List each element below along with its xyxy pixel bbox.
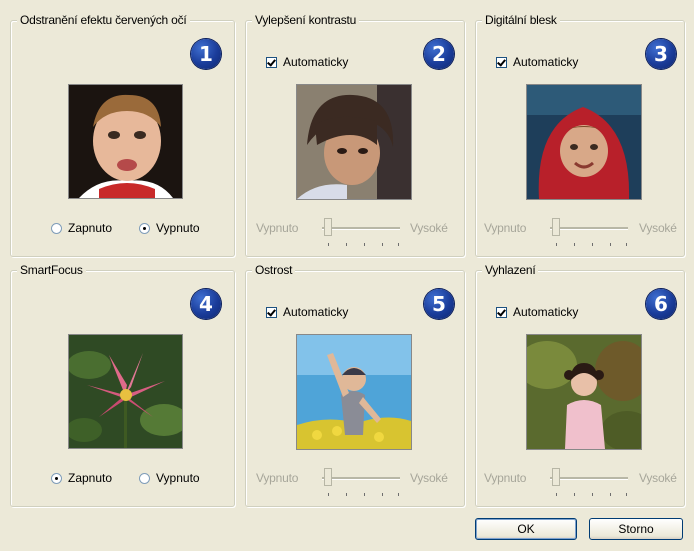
sharpness-preview-image (296, 334, 412, 450)
red-eye-on-label: Zapnuto (68, 221, 113, 235)
sharpness-auto-checkbox[interactable] (266, 306, 277, 318)
slider-tick (626, 243, 627, 246)
slider-tick (398, 243, 399, 246)
group-red-eye: Odstranění efektu červených očí 1 Zapnut… (10, 13, 235, 257)
slider-tick (364, 493, 365, 496)
sharpness-slider-thumb[interactable] (324, 468, 332, 486)
red-eye-off-option[interactable]: Vypnuto (139, 221, 200, 235)
smartfocus-on-radio[interactable] (51, 472, 62, 484)
slider-tick (592, 493, 593, 496)
group-contrast-title: Vylepšení kontrastu (252, 13, 360, 27)
smartfocus-preview-image (68, 334, 183, 449)
contrast-auto-checkbox[interactable] (266, 56, 277, 68)
ok-button[interactable]: OK (475, 518, 577, 540)
sharpness-slider-min-label: Vypnuto (256, 471, 299, 485)
number-6-icon: 6 (646, 289, 676, 319)
smoothing-auto-option[interactable]: Automaticky (496, 305, 578, 319)
sharpness-slider-max-label: Vysoké (410, 471, 448, 485)
smoothing-auto-label: Automaticky (513, 305, 579, 319)
number-2-icon: 2 (424, 39, 454, 69)
group-smartfocus: SmartFocus 4 Zapnuto Vypnuto (10, 263, 235, 507)
flash-slider-track (550, 227, 628, 230)
group-smartfocus-title: SmartFocus (17, 263, 86, 277)
slider-tick (364, 243, 365, 246)
contrast-auto-label: Automaticky (283, 55, 349, 69)
slider-tick (574, 243, 575, 246)
contrast-slider-thumb[interactable] (324, 218, 332, 236)
slider-tick (346, 243, 347, 246)
flash-preview-image (526, 84, 642, 200)
flash-auto-checkbox[interactable] (496, 56, 507, 68)
slider-tick (574, 493, 575, 496)
slider-tick (592, 243, 593, 246)
smartfocus-off-option[interactable]: Vypnuto (139, 471, 200, 485)
smoothing-slider-track (550, 477, 628, 480)
flash-slider-thumb[interactable] (552, 218, 560, 236)
sharpness-slider[interactable]: Vypnuto Vysoké (246, 461, 464, 501)
number-5-icon: 5 (424, 289, 454, 319)
smoothing-slider[interactable]: Vypnuto Vysoké (476, 461, 684, 501)
slider-tick (556, 243, 557, 246)
flash-slider-min-label: Vypnuto (484, 221, 527, 235)
red-eye-preview-image (68, 84, 183, 199)
group-smoothing-title: Vyhlazení (482, 263, 539, 277)
smoothing-slider-thumb[interactable] (552, 468, 560, 486)
slider-tick (328, 493, 329, 496)
smoothing-preview-image (526, 334, 642, 450)
number-1-icon: 1 (191, 39, 221, 69)
smartfocus-on-label: Zapnuto (68, 471, 113, 485)
group-sharpness-title: Ostrost (252, 263, 296, 277)
slider-tick (610, 493, 611, 496)
contrast-slider-max-label: Vysoké (410, 221, 448, 235)
cancel-button[interactable]: Storno (589, 518, 683, 540)
smoothing-slider-min-label: Vypnuto (484, 471, 527, 485)
smoothing-slider-max-label: Vysoké (639, 471, 677, 485)
group-digital-flash-title: Digitální blesk (482, 13, 560, 27)
smartfocus-off-radio[interactable] (139, 472, 150, 484)
contrast-slider-min-label: Vypnuto (256, 221, 299, 235)
sharpness-slider-track (322, 477, 400, 480)
flash-slider-max-label: Vysoké (639, 221, 677, 235)
sharpness-auto-option[interactable]: Automaticky (266, 305, 348, 319)
group-smoothing: Vyhlazení 6 Automaticky Vypnuto Vysoké (475, 263, 685, 507)
flash-slider[interactable]: Vypnuto Vysoké (476, 211, 684, 251)
smartfocus-off-label: Vypnuto (156, 471, 200, 485)
slider-tick (626, 493, 627, 496)
contrast-preview-image (296, 84, 412, 200)
slider-tick (346, 493, 347, 496)
contrast-slider[interactable]: Vypnuto Vysoké (246, 211, 464, 251)
slider-tick (328, 243, 329, 246)
smartfocus-on-option[interactable]: Zapnuto (51, 471, 112, 485)
group-contrast: Vylepšení kontrastu 2 Automaticky Vypnut… (245, 13, 465, 257)
red-eye-on-option[interactable]: Zapnuto (51, 221, 112, 235)
red-eye-off-label: Vypnuto (156, 221, 200, 235)
number-3-icon: 3 (646, 39, 676, 69)
smoothing-auto-checkbox[interactable] (496, 306, 507, 318)
group-red-eye-title: Odstranění efektu červených očí (17, 13, 190, 27)
flash-auto-label: Automaticky (513, 55, 579, 69)
contrast-auto-option[interactable]: Automaticky (266, 55, 348, 69)
contrast-slider-track (322, 227, 400, 230)
red-eye-off-radio[interactable] (139, 222, 150, 234)
number-4-icon: 4 (191, 289, 221, 319)
sharpness-auto-label: Automaticky (283, 305, 349, 319)
group-digital-flash: Digitální blesk 3 Automaticky Vypnuto Vy… (475, 13, 685, 257)
slider-tick (382, 493, 383, 496)
slider-tick (398, 493, 399, 496)
slider-tick (556, 493, 557, 496)
slider-tick (610, 243, 611, 246)
group-sharpness: Ostrost 5 Automaticky Vypnuto Vysoké (245, 263, 465, 507)
slider-tick (382, 243, 383, 246)
red-eye-on-radio[interactable] (51, 222, 62, 234)
flash-auto-option[interactable]: Automaticky (496, 55, 578, 69)
